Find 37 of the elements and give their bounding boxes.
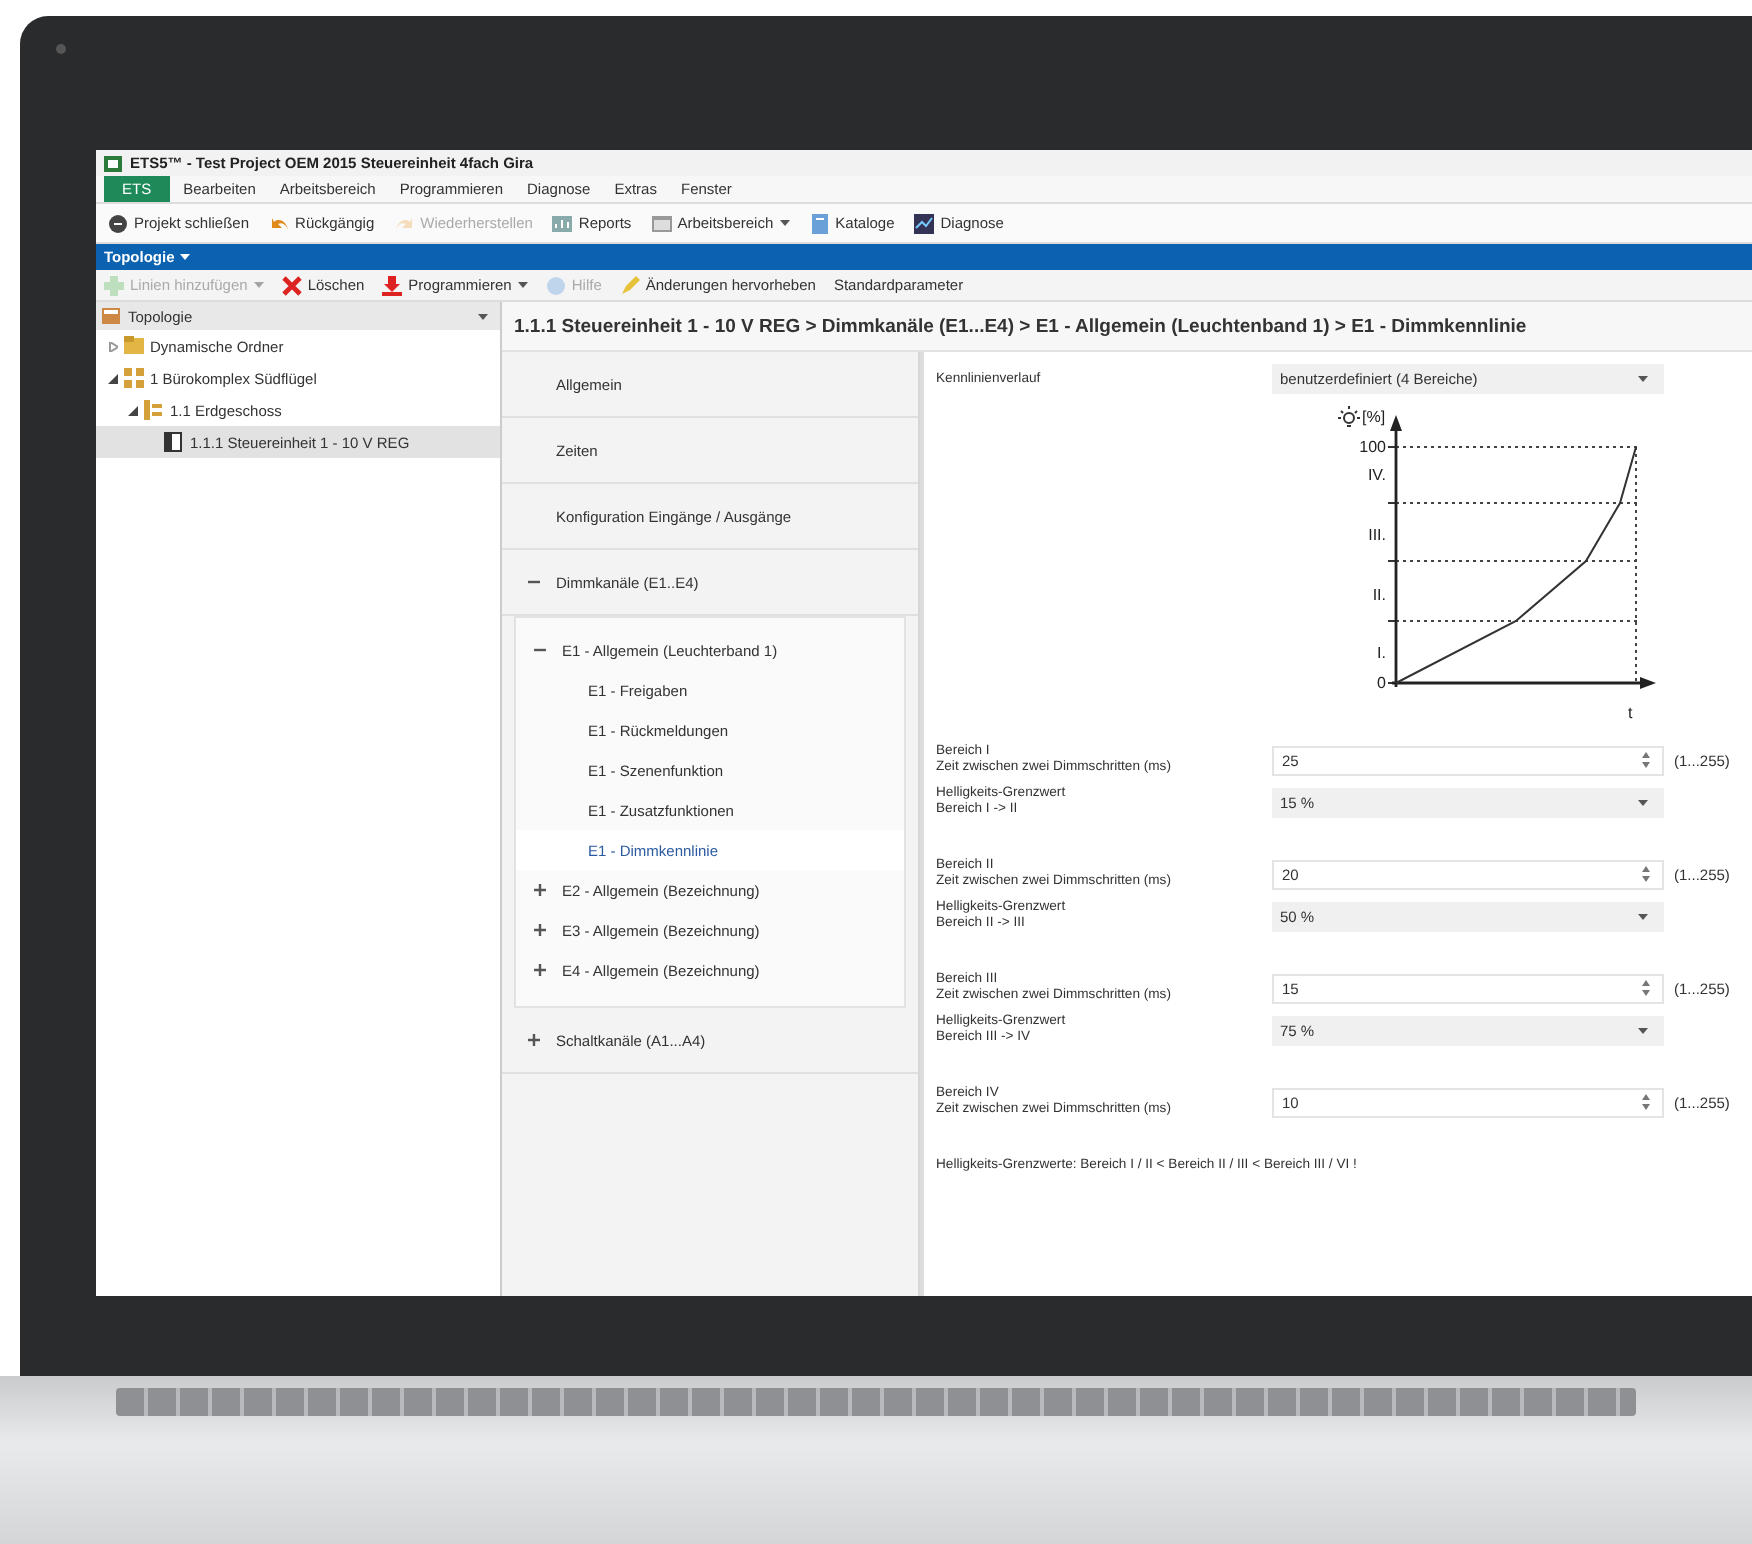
grid-icon (124, 368, 144, 388)
plus-icon (104, 275, 124, 295)
chart-icon (552, 213, 573, 233)
book-icon (809, 213, 830, 233)
axis-label: t (1628, 704, 1633, 722)
axis-label: III. (1368, 526, 1386, 544)
spinner-icon (1642, 752, 1650, 768)
caret-icon (1638, 376, 1648, 382)
caret-icon (1638, 799, 1648, 805)
close-icon (281, 275, 302, 295)
folder-icon (124, 336, 144, 356)
download-icon (382, 275, 403, 295)
app-icon (104, 155, 122, 171)
spinner-icon (1642, 1094, 1650, 1110)
caret-icon (180, 254, 191, 260)
camera-icon (56, 44, 66, 54)
axis-label: IV. (1367, 466, 1386, 484)
monitor-icon (914, 213, 935, 233)
device-icon (164, 432, 184, 452)
caret-icon (478, 313, 488, 319)
spinner-icon (1642, 980, 1650, 996)
axis-label: 100 (1359, 438, 1386, 456)
breadcrumb: 1.1.1 Steuereinheit 1 - 10 V REG > Dimmkanäle (E1...E4) > E1 - Allgemein (Leuchtenband 1) > E1 - Dimmkennlinie (502, 302, 1752, 352)
caret-icon (1638, 913, 1648, 919)
help-icon (545, 275, 566, 295)
window-icon (651, 213, 672, 233)
axis-label: I. (1377, 644, 1386, 662)
axis-label: 0 (1377, 674, 1386, 692)
lightbulb-icon (1338, 406, 1360, 428)
pencil-icon (619, 275, 640, 295)
spinner-icon (1642, 866, 1650, 882)
unit-label: [%] (1362, 408, 1386, 426)
undo-icon (269, 213, 290, 233)
axis-label: II. (1372, 586, 1386, 604)
caret-icon (1638, 1027, 1648, 1033)
redo-icon (394, 213, 415, 233)
circle-icon (108, 213, 128, 233)
